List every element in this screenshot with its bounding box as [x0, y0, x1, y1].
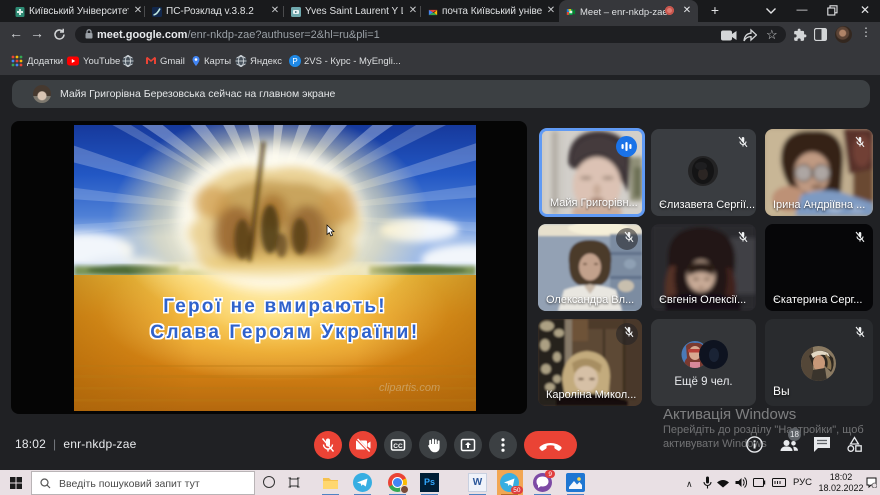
svg-text:P: P [292, 57, 297, 66]
svg-text:clipartis.com: clipartis.com [379, 382, 440, 394]
svg-text:CC: CC [393, 443, 403, 450]
